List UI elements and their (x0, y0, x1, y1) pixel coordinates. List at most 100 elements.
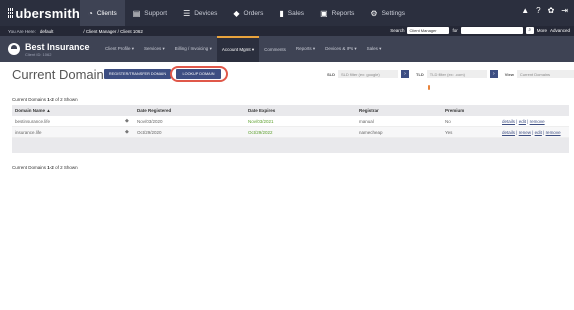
count-summary-top: Current Domains 1-2 of 2 Shown (12, 97, 78, 102)
domain-name-cell: bestinsurance.life (15, 118, 51, 124)
renew-link[interactable]: renew (519, 130, 531, 135)
search-label: Search (390, 28, 405, 33)
domain-name-cell: insurance.life (15, 129, 42, 135)
topnav-item-label: Clients (96, 9, 117, 17)
search-input[interactable] (460, 27, 523, 34)
advanced-link[interactable]: Advanced (550, 28, 570, 33)
header-date-expires[interactable]: Date Expires (248, 108, 359, 113)
brand[interactable]: ubersmith (8, 6, 80, 21)
domain-filters: SLD SLD filter (ex: google) › TLD TLD fi… (327, 70, 574, 78)
top-navigation-bar: ubersmith ◔ Clients ▤ Support ☰ Devices … (0, 0, 574, 26)
date-registered-cell: Oct/29/2020 (137, 129, 162, 135)
orange-marker (428, 85, 430, 90)
brand-name: ubersmith (15, 5, 80, 21)
date-expires-cell: Nov/03/2021 (248, 118, 274, 124)
clientnav-item-client-profile[interactable]: Client Profile ▾ (100, 36, 139, 62)
table-header: Domain Name ▲ Date Registered Date Expir… (12, 105, 569, 116)
avatar (8, 43, 20, 55)
clientnav-item-devices-ips[interactable]: Devices & IPs ▾ (320, 36, 362, 62)
view-label: View (504, 71, 514, 77)
tag-icon: ◆ (125, 118, 129, 124)
sld-label: SLD (327, 71, 335, 77)
clientnav-item-reports[interactable]: Reports ▾ (291, 36, 320, 62)
tag-icon: ◆ (233, 8, 240, 18)
devices-icon: ☰ (183, 8, 191, 18)
highlight-annotation-ring (170, 66, 228, 82)
topnav-item-reports[interactable]: ▣ Reports (312, 0, 362, 26)
clientnav-item-services[interactable]: Services ▾ (139, 36, 170, 62)
header-registrar[interactable]: Registrar (359, 108, 445, 113)
gear-icon: ⚙ (370, 8, 378, 18)
topnav-item-orders[interactable]: ◆ Orders (225, 0, 271, 26)
sld-filter-input[interactable]: SLD filter (ex: google) (338, 70, 398, 78)
client-bar: Best Insurance Client ID: 1062 Client Pr… (0, 36, 574, 62)
clientnav-item-account-mgmt[interactable]: Account Mgmt ▾ (216, 36, 260, 62)
clientnav-item-comments[interactable]: Comments (259, 36, 291, 62)
bell-icon[interactable]: ▲ (521, 6, 529, 15)
actions-cell: details | renew | edit | remove (502, 129, 561, 135)
top-nav: ◔ Clients ▤ Support ☰ Devices ◆ Orders ▮… (80, 0, 413, 26)
topnav-item-devices[interactable]: ☰ Devices (175, 0, 225, 26)
settings-gear-icon[interactable]: ✿ (548, 6, 555, 15)
table-row: bestinsurance.life ◆ Nov/03/2020 Nov/03/… (12, 116, 569, 127)
count-summary-bottom: Current Domains 1-2 of 2 Shown (12, 165, 78, 170)
header-date-registered[interactable]: Date Registered (137, 108, 248, 113)
tld-filter-input[interactable]: TLD filter (ex: .com) (426, 70, 487, 78)
gauge-icon: ◔ (88, 8, 93, 18)
breadcrumb[interactable]: / Client Manager / Client 1062 (83, 29, 143, 34)
topnav-item-sales[interactable]: ▮ Sales (271, 0, 312, 26)
edit-link[interactable]: edit (535, 130, 542, 135)
support-icon: ▤ (132, 8, 141, 18)
header-premium[interactable]: Premium (445, 108, 502, 113)
details-link[interactable]: details (502, 130, 515, 135)
client-name[interactable]: Best Insurance (25, 42, 95, 52)
tld-label: TLD (416, 71, 424, 77)
domains-table: Domain Name ▲ Date Registered Date Expir… (12, 105, 569, 153)
logout-icon[interactable]: ⇥ (561, 6, 568, 15)
topnav-item-clients[interactable]: ◔ Clients (80, 0, 125, 26)
count-range: 1-2 (47, 97, 54, 102)
sld-go-button[interactable]: › (401, 70, 409, 78)
details-link[interactable]: details (502, 119, 515, 124)
top-icons: ▲ ? ✿ ⇥ (521, 6, 568, 15)
count-prefix: Current Domains (12, 97, 47, 102)
report-icon: ▣ (320, 8, 328, 18)
topnav-item-label: Devices (194, 9, 218, 17)
registrar-cell: namecheap (359, 129, 383, 135)
count-prefix: Current Domains (12, 165, 47, 170)
premium-cell: Yes (445, 129, 453, 135)
view-select-value: Current Domains (519, 72, 551, 77)
grid-logo-icon (8, 8, 13, 18)
search-area: Search Client Manager for ⌕ More Advance… (390, 27, 570, 34)
topnav-item-label: Sales (287, 9, 305, 17)
registrar-cell: manual (359, 118, 374, 124)
clientnav-item-billing[interactable]: Billing / Invoicing ▾ (170, 36, 217, 62)
more-link[interactable]: More (537, 28, 547, 33)
remove-link[interactable]: remove (530, 119, 545, 124)
topnav-item-label: Settings (381, 9, 406, 17)
edit-link[interactable]: edit (519, 119, 526, 124)
topnav-item-label: Reports (331, 9, 355, 17)
bar-chart-icon: ▮ (279, 8, 284, 18)
breadcrumb-bar: You Are Here: default / Client Manager /… (0, 26, 574, 36)
help-icon[interactable]: ? (536, 6, 540, 15)
view-select[interactable]: Current Domains ⇕ (516, 70, 574, 78)
topnav-item-support[interactable]: ▤ Support (125, 0, 175, 26)
search-icon[interactable]: ⌕ (525, 27, 534, 34)
you-are-here-value[interactable]: default (40, 29, 54, 34)
premium-cell: No (445, 118, 451, 124)
topnav-item-label: Orders (243, 9, 264, 17)
remove-link[interactable]: remove (546, 130, 561, 135)
tld-go-button[interactable]: › (489, 70, 498, 78)
register-transfer-domain-button[interactable]: REGISTER/TRANSFER DOMAIN (104, 69, 171, 79)
header-domain-name[interactable]: Domain Name ▲ (12, 108, 125, 113)
clientnav-item-sales[interactable]: Sales ▾ (362, 36, 387, 62)
date-registered-cell: Nov/03/2020 (137, 118, 163, 124)
search-scope-select[interactable]: Client Manager (407, 27, 450, 34)
count-range: 1-2 (47, 165, 54, 170)
client-nav: Client Profile ▾ Services ▾ Billing / In… (100, 36, 386, 62)
table-footer (12, 138, 569, 153)
date-expires-cell: Oct/29/2022 (248, 129, 273, 135)
page-title: Current Domains (12, 67, 111, 82)
topnav-item-settings[interactable]: ⚙ Settings (362, 0, 413, 26)
